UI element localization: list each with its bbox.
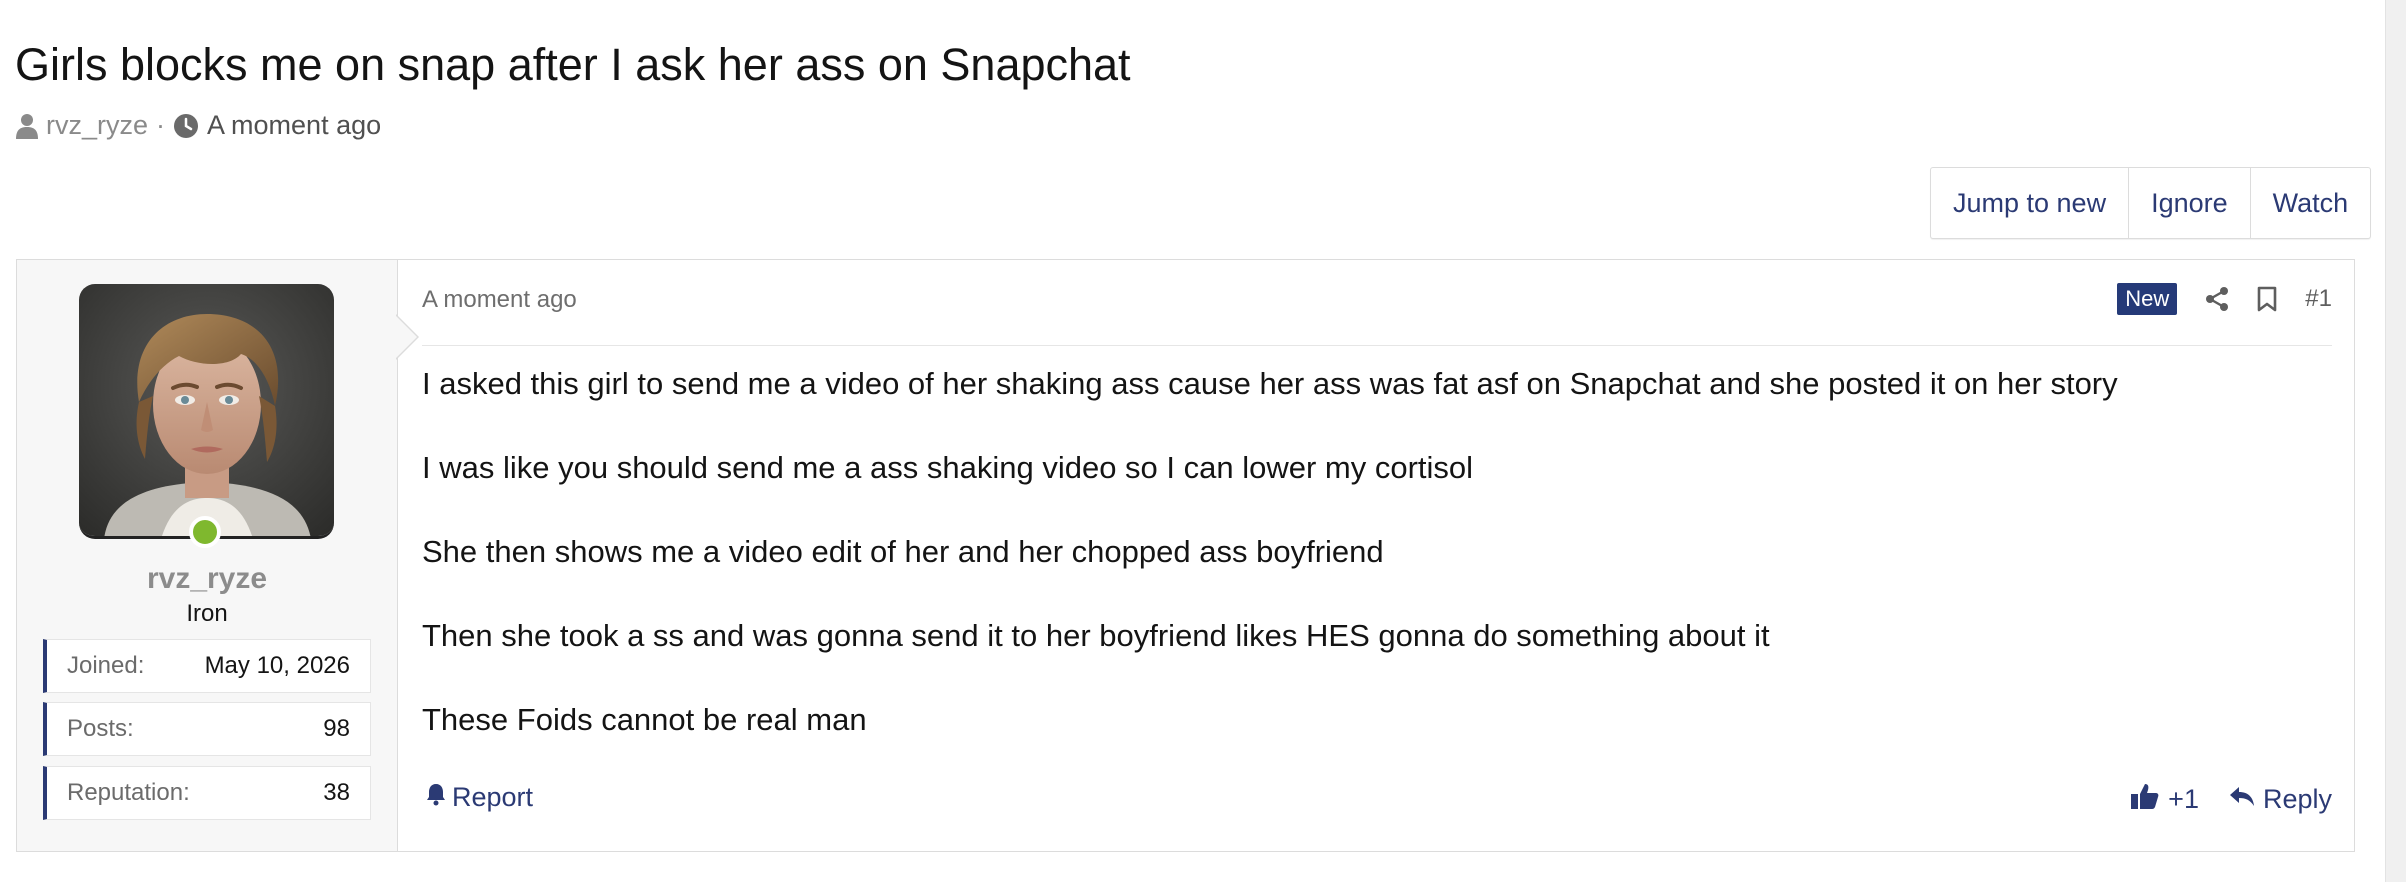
ignore-button[interactable]: Ignore — [2129, 168, 2251, 238]
post-content: A moment ago New #1 I asked this girl to… — [422, 260, 2332, 851]
post-paragraph: She then shows me a video edit of her an… — [422, 534, 1384, 569]
thumbs-up-icon — [2130, 782, 2160, 817]
stat-value: May 10, 2026 — [204, 652, 350, 679]
share-icon[interactable] — [2205, 286, 2229, 312]
post-user-info: rvz_ryze Iron Joined: May 10, 2026 Posts… — [17, 260, 398, 851]
stat-posts: Posts: 98 — [43, 702, 371, 756]
user-arrow — [395, 315, 417, 359]
thread-page: Girls blocks me on snap after I ask her … — [0, 0, 2406, 882]
bell-icon — [426, 782, 446, 813]
post-timestamp[interactable]: A moment ago — [422, 286, 577, 314]
post-paragraph: Then she took a ss and was gonna send it… — [422, 618, 1770, 653]
user-icon — [16, 113, 38, 139]
avatar-container — [79, 284, 334, 548]
watch-button[interactable]: Watch — [2251, 168, 2371, 238]
user-rank: Iron — [186, 600, 228, 627]
meta-separator: · — [156, 110, 166, 140]
page-title: Girls blocks me on snap after I ask her … — [15, 39, 1131, 90]
stat-label: Reputation: — [67, 779, 190, 806]
scrollbar-track[interactable] — [2385, 0, 2406, 882]
report-link[interactable]: Report — [426, 782, 533, 813]
thread-time[interactable]: A moment ago — [207, 110, 381, 141]
stat-joined: Joined: May 10, 2026 — [43, 639, 371, 693]
stat-label: Joined: — [67, 652, 145, 679]
stat-reputation: Reputation: 38 — [43, 766, 371, 820]
reply-label: Reply — [2262, 784, 2332, 814]
post-message: rvz_ryze Iron Joined: May 10, 2026 Posts… — [16, 259, 2355, 852]
online-status-indicator — [189, 516, 221, 548]
post-footer-actions: +1 Reply — [2130, 782, 2332, 817]
post-paragraph: I asked this girl to send me a video of … — [422, 366, 2118, 401]
clock-icon — [173, 113, 199, 139]
post-footer: Report +1 Reply — [422, 782, 2332, 822]
stat-value: 98 — [323, 715, 350, 742]
post-paragraph: I was like you should send me a ass shak… — [422, 450, 1474, 485]
stat-value: 38 — [323, 779, 350, 806]
post-paragraph: These Foids cannot be real man — [422, 702, 867, 737]
jump-to-new-button[interactable]: Jump to new — [1931, 168, 2130, 238]
reply-icon — [2229, 784, 2255, 815]
like-button[interactable]: +1 — [2130, 782, 2199, 817]
post-header: A moment ago New #1 — [422, 260, 2332, 346]
new-badge: New — [2117, 283, 2178, 315]
post-header-actions: New #1 — [2117, 282, 2332, 316]
bookmark-icon[interactable] — [2257, 286, 2277, 312]
reaction-count: +1 — [2168, 784, 2199, 814]
stat-label: Posts: — [67, 715, 134, 742]
thread-author-link[interactable]: rvz_ryze — [46, 110, 148, 141]
post-number-link[interactable]: #1 — [2305, 285, 2332, 313]
avatar[interactable] — [79, 284, 334, 539]
post-body: I asked this girl to send me a video of … — [422, 363, 2312, 783]
reply-button[interactable]: Reply — [2229, 784, 2332, 815]
report-label: Report — [452, 782, 534, 812]
thread-meta: rvz_ryze · A moment ago — [16, 110, 381, 141]
thread-action-group: Jump to new Ignore Watch — [1930, 167, 2372, 239]
post-username[interactable]: rvz_ryze — [17, 562, 397, 596]
